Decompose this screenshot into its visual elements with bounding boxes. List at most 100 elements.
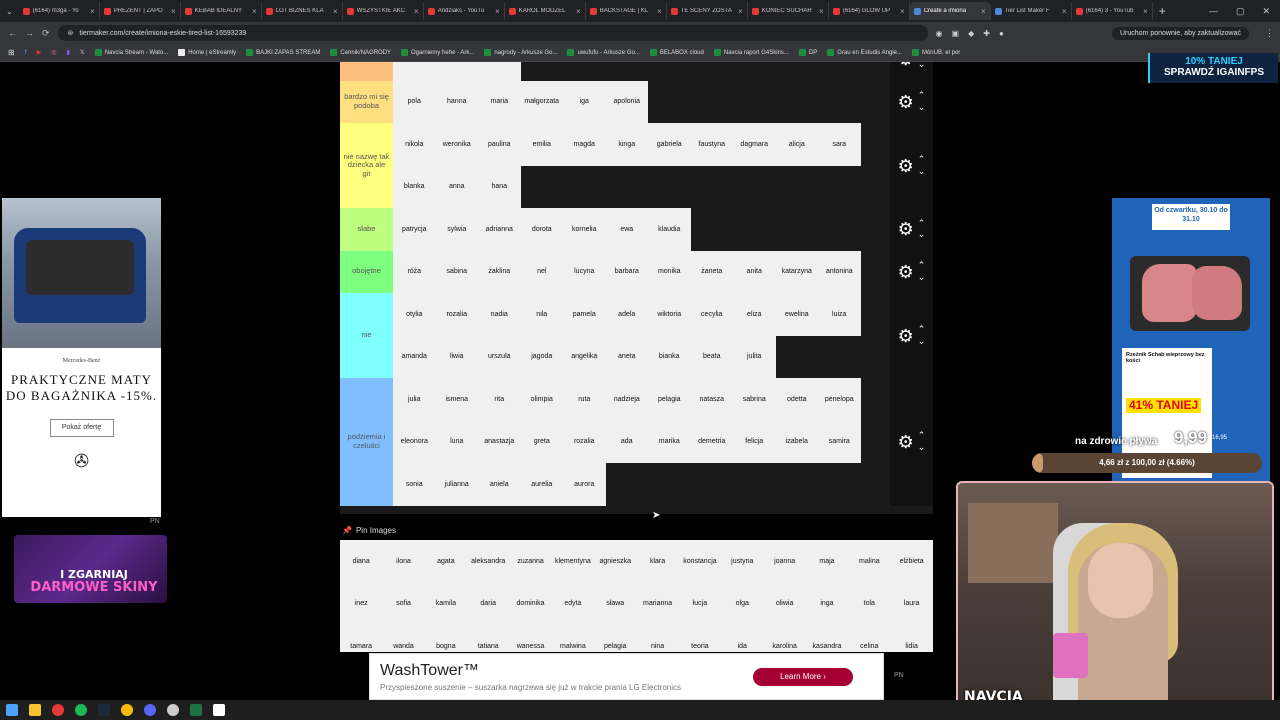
close-tab-icon[interactable]: × (981, 7, 986, 16)
name-tile[interactable]: łucja (678, 582, 722, 625)
bookmark-item[interactable]: uwufufu - Arkusze Go... (567, 49, 640, 56)
name-tile[interactable]: antonina (818, 250, 861, 293)
close-tab-icon[interactable]: × (495, 7, 500, 16)
reload-icon[interactable]: ⟳ (42, 28, 50, 39)
name-tile[interactable]: ida (721, 625, 764, 652)
name-tile[interactable]: beata (690, 335, 733, 378)
name-tile[interactable]: cecylia (690, 293, 733, 336)
close-tab-icon[interactable]: × (171, 7, 176, 16)
name-tile[interactable]: adrianna (478, 208, 521, 251)
name-tile[interactable]: aneta (605, 335, 648, 378)
gear-icon[interactable]: ⚙ (898, 263, 914, 281)
learn-more-button[interactable]: Learn More › (753, 668, 853, 686)
name-tile[interactable]: inga (805, 582, 849, 625)
name-tile[interactable]: bianka (648, 335, 691, 378)
name-tile[interactable]: nina (636, 625, 679, 652)
name-tile[interactable]: ewa (605, 208, 648, 251)
extension-icon[interactable]: ◉ (936, 29, 943, 38)
gear-icon[interactable]: ⚙ (898, 157, 914, 175)
name-tile[interactable]: julia (393, 378, 436, 421)
name-tile[interactable]: apolonia (605, 80, 648, 123)
name-tile[interactable]: róża (393, 250, 436, 293)
browser-tab[interactable]: (6164) m3ga - Yo × (19, 2, 100, 20)
capcut-icon[interactable] (213, 704, 225, 716)
tier-label[interactable]: lubie (340, 62, 393, 81)
name-tile[interactable]: olimpia (520, 378, 563, 421)
name-tile[interactable]: natalia (393, 62, 436, 81)
name-tile[interactable]: katarzyna (775, 250, 818, 293)
washtower-ad[interactable]: WashTower™ Przyspieszone suszenie – susz… (369, 653, 884, 700)
name-tile[interactable]: aurelia (520, 463, 563, 506)
name-tile[interactable]: weronika (435, 123, 478, 166)
name-tile[interactable]: nila (520, 293, 563, 336)
browser-tab[interactable]: (6164) GLOW UP × (829, 2, 910, 20)
name-tile[interactable]: nikola (393, 123, 436, 166)
name-tile[interactable]: alicja (775, 123, 818, 166)
name-tile[interactable]: penelopa (818, 378, 861, 421)
ad-offer-button[interactable]: Pokaż ofertę (49, 418, 114, 437)
name-tile[interactable]: dominika (509, 582, 552, 625)
name-tile[interactable]: rozalia (563, 420, 606, 463)
chevron-down-icon[interactable]: ⌄ (918, 272, 926, 284)
name-tile[interactable]: sonia (393, 463, 436, 506)
name-tile[interactable]: teoria (678, 625, 722, 652)
pin-images-header[interactable]: 📌 Pin Images (340, 521, 933, 539)
name-tile[interactable]: aurora (563, 463, 606, 506)
name-tile[interactable]: hana (478, 165, 521, 208)
name-tile[interactable]: hanna (435, 80, 478, 123)
chevron-down-icon[interactable]: ⌄ (918, 336, 926, 348)
x-icon[interactable]: 𝕏 (80, 49, 85, 56)
close-tab-icon[interactable]: × (819, 7, 824, 16)
bookmark-item[interactable]: BELABOX cloud (649, 49, 704, 56)
name-tile[interactable]: maja (805, 540, 849, 583)
name-tile[interactable]: eleonora (393, 420, 436, 463)
name-tile[interactable]: daria (467, 582, 510, 625)
browser-tab[interactable]: KAROL MODZEL × (505, 2, 586, 20)
close-window-icon[interactable]: ✕ (1262, 6, 1270, 17)
name-tile[interactable]: dagmara (733, 123, 776, 166)
bookmark-item[interactable]: Navcia Stream - Wato... (94, 49, 168, 56)
name-tile[interactable]: joanna (763, 540, 806, 583)
name-tile[interactable]: celina (848, 625, 891, 652)
browser-tab[interactable]: TE SCENY ZOSTA × (667, 2, 748, 20)
tab-menu-icon[interactable]: ⌄ (0, 7, 19, 16)
gear-icon[interactable]: ⚙ (898, 433, 914, 451)
gear-icon[interactable]: ⚙ (898, 327, 914, 345)
tier-label[interactable]: obojętne (340, 250, 393, 293)
name-tile[interactable]: jagoda (520, 335, 563, 378)
name-tile[interactable]: wanda (382, 625, 425, 652)
name-tile[interactable]: izabela (775, 420, 818, 463)
name-tile[interactable]: żaklina (478, 250, 521, 293)
windows-start-icon[interactable] (6, 704, 18, 716)
close-tab-icon[interactable]: × (333, 7, 338, 16)
mercedes-ad[interactable]: Mercedes-Benz PRAKTYCZNE MATY DO BAGAŻNI… (2, 198, 161, 517)
close-tab-icon[interactable]: × (1143, 7, 1148, 16)
browser-tab[interactable]: KONIEC SUCHAR × (748, 2, 829, 20)
name-tile[interactable]: monika (648, 250, 691, 293)
close-tab-icon[interactable]: × (252, 7, 257, 16)
chevron-up-icon[interactable]: ⌃ (918, 430, 926, 442)
name-tile[interactable]: gabriela (648, 123, 691, 166)
browser-tab[interactable]: Andziaks - YouTu × (424, 2, 505, 20)
tier-label[interactable]: nie (340, 293, 393, 378)
name-tile[interactable]: sabina (435, 250, 478, 293)
bookmark-item[interactable]: Home | eStreamly (178, 49, 236, 56)
name-tile[interactable]: eliza (733, 293, 776, 336)
name-tile[interactable]: zofia (435, 62, 478, 81)
forward-icon[interactable]: → (25, 28, 34, 38)
name-tile[interactable]: pamela (563, 293, 606, 336)
instagram-icon[interactable]: ◎ (51, 49, 56, 56)
chevron-down-icon[interactable]: ⌄ (918, 442, 926, 454)
name-tile[interactable]: maria (478, 80, 521, 123)
bookmark-item[interactable]: BAJKI ZAPAS STREAM (246, 49, 320, 56)
name-tile[interactable]: lilia (478, 62, 521, 81)
name-tile[interactable]: klementyna (551, 540, 595, 583)
bookmark-item[interactable]: MónUB: el por (911, 49, 960, 56)
browser-tab[interactable]: WSZYSTKIE AKC × (343, 2, 424, 20)
close-tab-icon[interactable]: × (90, 7, 95, 16)
steam-icon[interactable] (98, 704, 110, 716)
name-tile[interactable]: ewelina (775, 293, 818, 336)
name-tile[interactable]: samira (818, 420, 861, 463)
name-tile[interactable]: patrycja (393, 208, 436, 251)
close-tab-icon[interactable]: × (1062, 7, 1067, 16)
